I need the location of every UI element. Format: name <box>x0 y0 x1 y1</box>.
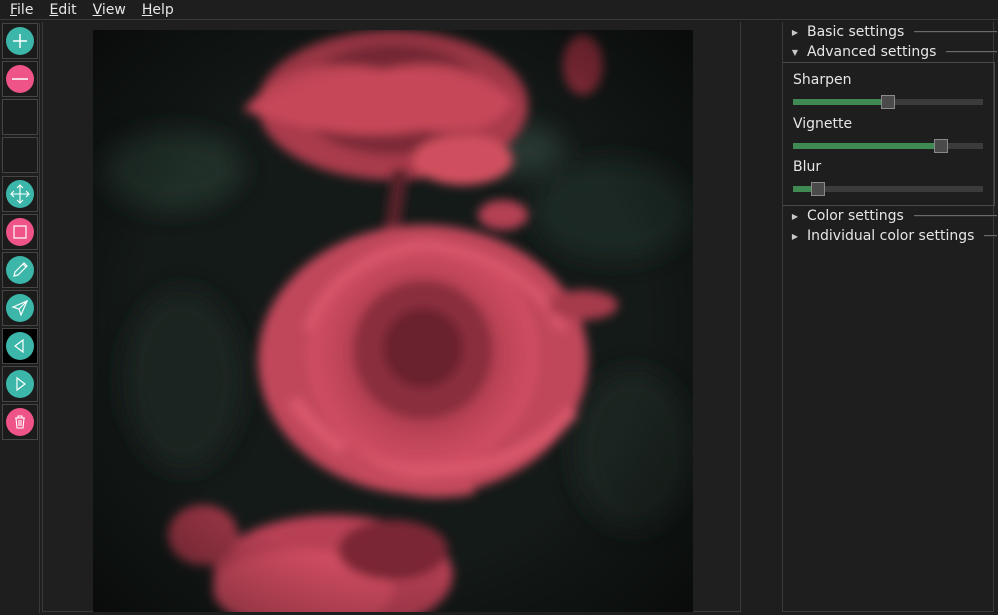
caret-down-icon: ▼ <box>791 47 799 57</box>
minus-icon <box>6 65 34 93</box>
individual-color-settings-label: Individual color settings <box>807 228 975 244</box>
draw-tool-button[interactable] <box>2 252 38 288</box>
sharpen-slider[interactable] <box>793 95 983 109</box>
vignette-label: Vignette <box>793 116 853 132</box>
basic-settings-header[interactable]: ▶ Basic settings <box>783 23 998 41</box>
slider-fill <box>793 99 888 105</box>
caret-right-icon: ▶ <box>791 211 799 221</box>
header-divider <box>984 235 997 237</box>
menu-help[interactable]: Help <box>132 2 180 18</box>
move-tool-button[interactable] <box>2 176 38 212</box>
square-icon <box>6 218 34 246</box>
tool-palette <box>2 23 40 613</box>
caret-right-icon: ▶ <box>791 231 799 241</box>
sharpen-label: Sharpen <box>793 72 852 88</box>
remove-tool-button[interactable] <box>2 61 38 97</box>
header-divider <box>913 215 997 217</box>
slider-handle[interactable] <box>934 139 949 153</box>
empty-tool-slot[interactable] <box>2 137 38 173</box>
header-divider <box>946 51 997 53</box>
empty-tool-slot[interactable] <box>2 99 38 135</box>
blur-slider[interactable] <box>793 182 983 196</box>
advanced-settings-content: Sharpen Vignette Blur <box>783 62 995 206</box>
send-tool-button[interactable] <box>2 290 38 326</box>
advanced-settings-label: Advanced settings <box>807 44 937 60</box>
rectangle-tool-button[interactable] <box>2 214 38 250</box>
settings-panel: ▶ Basic settings ▼ Advanced settings Sha… <box>782 22 997 612</box>
triangle-left-icon <box>6 332 34 360</box>
basic-settings-label: Basic settings <box>807 24 905 40</box>
triangle-right-icon <box>6 370 34 398</box>
send-icon <box>6 294 34 322</box>
image-canvas[interactable] <box>42 22 741 612</box>
color-settings-header[interactable]: ▶ Color settings <box>783 207 998 225</box>
menu-view[interactable]: View <box>83 2 132 18</box>
move-arrows-icon <box>6 180 34 208</box>
slider-handle[interactable] <box>881 95 895 109</box>
blur-label: Blur <box>793 159 822 175</box>
menu-edit[interactable]: Edit <box>39 2 82 18</box>
rose-photo <box>93 30 693 612</box>
advanced-settings-header[interactable]: ▼ Advanced settings <box>783 43 998 61</box>
caret-right-icon: ▶ <box>791 27 799 37</box>
header-divider <box>914 31 997 33</box>
menu-file[interactable]: File <box>0 2 39 18</box>
vignette-slider[interactable] <box>793 139 983 153</box>
slider-handle[interactable] <box>810 182 825 196</box>
delete-tool-button[interactable] <box>2 404 38 440</box>
add-tool-button[interactable] <box>2 23 38 59</box>
previous-tool-button[interactable] <box>2 328 38 364</box>
pencil-icon <box>6 256 34 284</box>
menu-bar: File Edit View Help <box>0 0 998 20</box>
trash-icon <box>6 408 34 436</box>
plus-icon <box>6 27 34 55</box>
color-settings-label: Color settings <box>807 208 904 224</box>
slider-fill <box>793 143 942 149</box>
next-tool-button[interactable] <box>2 366 38 402</box>
individual-color-settings-header[interactable]: ▶ Individual color settings <box>783 227 998 245</box>
